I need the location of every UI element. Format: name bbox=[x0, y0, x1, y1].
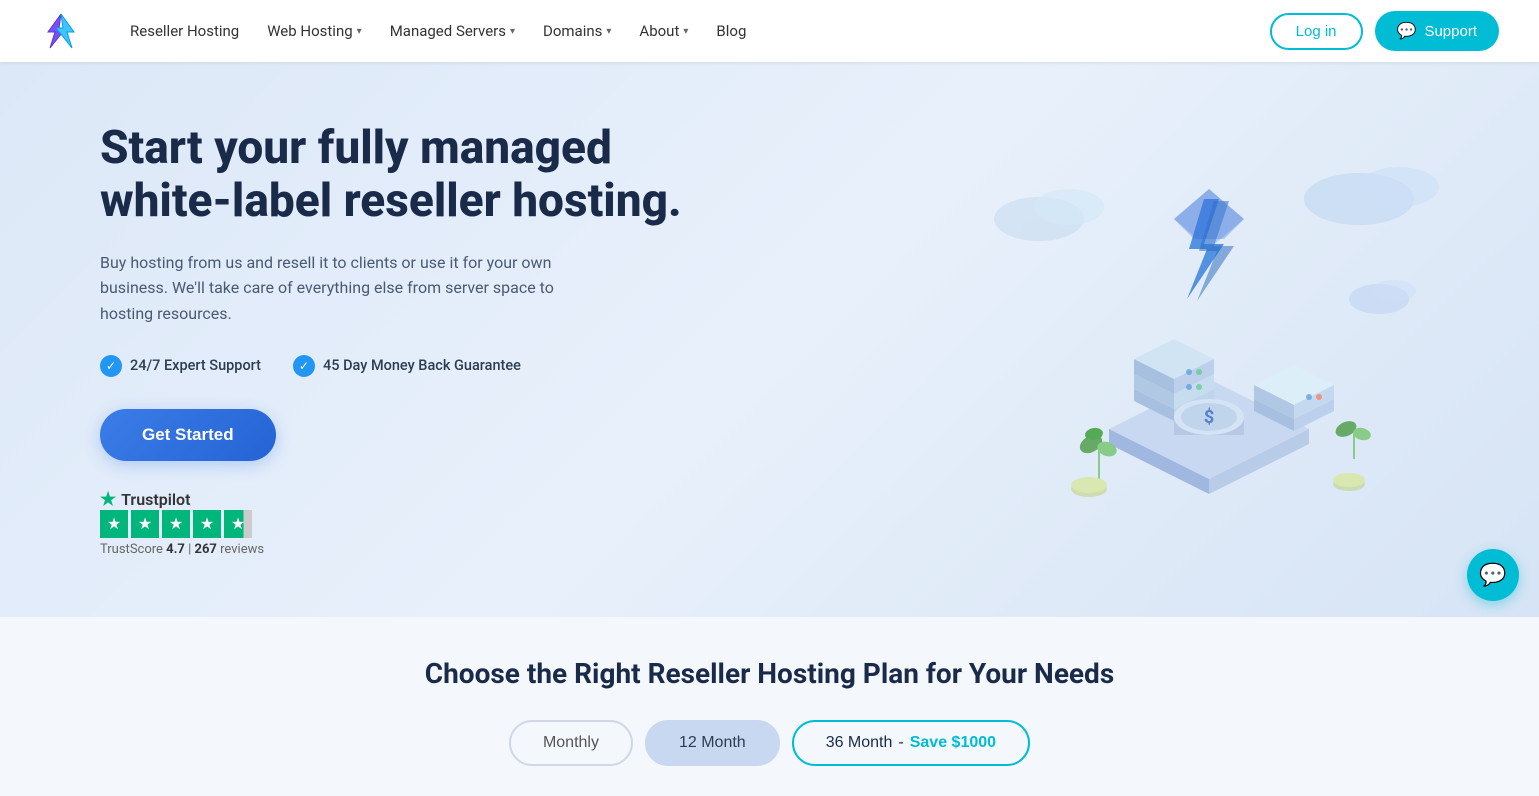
trustpilot-stars: ★ ★ ★ ★ ★ bbox=[100, 510, 264, 538]
trustpilot-star-icon: ★ bbox=[100, 489, 116, 510]
plans-section: Choose the Right Reseller Hosting Plan f… bbox=[0, 617, 1539, 796]
hero-section: Start your fully managed white-label res… bbox=[0, 62, 1539, 617]
nav-actions: Log in 💬 Support bbox=[1270, 11, 1499, 51]
star-3: ★ bbox=[162, 510, 190, 538]
chevron-down-icon: ▾ bbox=[510, 26, 515, 37]
check-icon: ✓ bbox=[100, 355, 122, 377]
trustpilot-logo: ★ Trustpilot bbox=[100, 489, 264, 510]
nav-item-about[interactable]: About ▾ bbox=[627, 14, 700, 48]
hero-content: Start your fully managed white-label res… bbox=[100, 122, 720, 557]
save-label: Save $1000 bbox=[910, 734, 996, 752]
chevron-down-icon: ▾ bbox=[606, 26, 611, 37]
plans-title: Choose the Right Reseller Hosting Plan f… bbox=[40, 657, 1499, 690]
chevron-down-icon: ▾ bbox=[683, 26, 688, 37]
support-button[interactable]: 💬 Support bbox=[1375, 11, 1499, 51]
hero-subtitle: Buy hosting from us and resell it to cli… bbox=[100, 250, 600, 327]
billing-tab-monthly[interactable]: Monthly bbox=[509, 720, 633, 766]
hero-illustration: $ bbox=[959, 149, 1459, 529]
nav-item-reseller-hosting[interactable]: Reseller Hosting bbox=[118, 14, 251, 48]
star-2: ★ bbox=[131, 510, 159, 538]
billing-tabs: Monthly 12 Month 36 Month - Save $1000 bbox=[40, 720, 1499, 766]
check-icon: ✓ bbox=[293, 355, 315, 377]
support-icon: 💬 bbox=[1397, 21, 1417, 41]
badge-money-back: ✓ 45 Day Money Back Guarantee bbox=[293, 355, 521, 377]
star-1: ★ bbox=[100, 510, 128, 538]
logo[interactable] bbox=[40, 10, 82, 52]
login-button[interactable]: Log in bbox=[1270, 13, 1363, 50]
nav-links: Reseller Hosting Web Hosting ▾ Managed S… bbox=[118, 14, 1270, 48]
get-started-button[interactable]: Get Started bbox=[100, 409, 276, 461]
trustpilot-score: TrustScore 4.7 | 267 reviews bbox=[100, 542, 264, 557]
billing-tab-12month[interactable]: 12 Month bbox=[645, 720, 780, 766]
nav-item-domains[interactable]: Domains ▾ bbox=[531, 14, 623, 48]
svg-text:$: $ bbox=[1204, 407, 1214, 428]
navbar: Reseller Hosting Web Hosting ▾ Managed S… bbox=[0, 0, 1539, 62]
nav-item-blog[interactable]: Blog bbox=[704, 14, 758, 48]
hero-badges: ✓ 24/7 Expert Support ✓ 45 Day Money Bac… bbox=[100, 355, 720, 377]
chat-fab-button[interactable]: 💬 bbox=[1467, 549, 1519, 601]
chat-icon: 💬 bbox=[1479, 563, 1506, 588]
hero-title: Start your fully managed white-label res… bbox=[100, 122, 720, 228]
star-5-half: ★ bbox=[224, 510, 252, 538]
chevron-down-icon: ▾ bbox=[357, 26, 362, 37]
star-4: ★ bbox=[193, 510, 221, 538]
trustpilot-widget: ★ Trustpilot ★ ★ ★ ★ ★ TrustScore 4.7 | … bbox=[100, 489, 720, 557]
nav-item-managed-servers[interactable]: Managed Servers ▾ bbox=[378, 14, 527, 48]
nav-item-web-hosting[interactable]: Web Hosting ▾ bbox=[255, 14, 373, 48]
badge-support: ✓ 24/7 Expert Support bbox=[100, 355, 261, 377]
billing-tab-36month[interactable]: 36 Month - Save $1000 bbox=[792, 720, 1030, 766]
